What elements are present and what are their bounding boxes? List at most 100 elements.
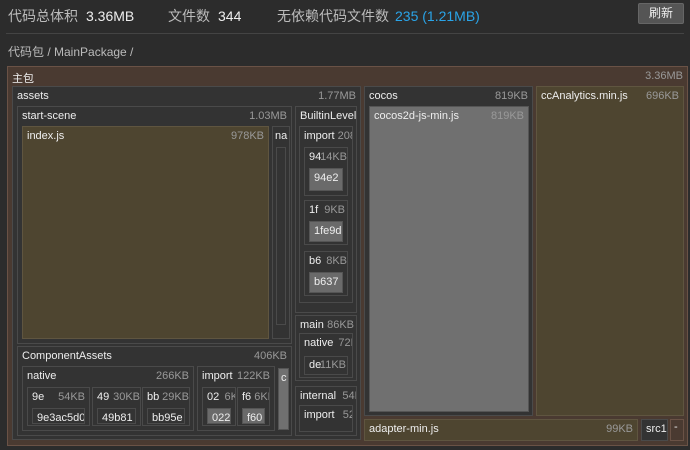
node-de[interactable]: de 11KB [304,356,348,375]
node-size: 54KB [58,391,85,403]
node-name: cocos [369,90,398,102]
node-size: 122KB [236,370,270,382]
node-name: f6 [242,391,252,403]
node-name: na [275,130,288,142]
node-name: assets [17,90,49,102]
node-c[interactable]: c [278,368,289,430]
node-9e[interactable]: 9e 54KB 9e3ac5d0 [27,387,90,426]
node-size: 6KE [254,391,269,403]
nodep-stat: 无依赖代码文件数 235 (1.21MB) [277,6,480,26]
node-size: 29KB [162,391,189,403]
node-size: 8KB [326,255,347,267]
node-size: 54K [342,390,356,402]
node-size: 978KB [230,130,264,142]
node-ccanalytics[interactable]: ccAnalytics.min.js 696KB [536,86,684,416]
node-49b81[interactable]: 49b81 [97,408,136,424]
node-size: 208 [337,130,352,142]
node-1f[interactable]: 1f 9KB 1fe9d [304,200,348,245]
node-name: internal [300,390,337,402]
node-size: 1.03MB [249,110,287,122]
node-name: index.js [27,130,65,142]
refresh-button[interactable]: 刷新 [638,3,684,24]
node-f60[interactable]: f60 [242,408,265,424]
file-count-label: 文件数 [168,8,210,24]
node-9e3ac5d0[interactable]: 9e3ac5d0 [32,408,85,424]
node-name: 主包 [12,73,34,85]
node-size: 819KB [490,110,524,122]
node-name: start-scene [22,110,77,122]
total-size-stat: 代码总体积 3.36MB [8,6,134,26]
node-bb95e[interactable]: bb95e [147,408,185,424]
node-cocos2d-js-min[interactable]: cocos2d-js-min.js 819KB [369,106,529,412]
node-size: 52I [342,409,352,421]
node-src[interactable]: src1 [641,419,668,441]
node-size: 6KI [224,391,235,403]
total-size-label: 代码总体积 [8,8,78,24]
node-name: 022 [212,412,231,424]
node-bb[interactable]: bb 29KB bb95e [142,387,190,426]
node-main-native[interactable]: native 72K de11KB [299,333,353,378]
node-name: c [281,372,287,384]
node-na-child[interactable] [276,147,286,325]
node-name: b6 [309,255,322,267]
node-size: 819KB [494,90,528,102]
node-f6[interactable]: f66KE f60 [237,387,270,426]
node-name: 49b81 [102,412,133,424]
total-size-value: 3.36MB [86,8,135,24]
node-name: f60 [247,412,263,424]
node-name: ComponentAssets [22,350,112,362]
node-name: 02 [207,391,220,403]
node-name: 1fe9d [314,225,342,237]
node-b637[interactable]: b637 [309,272,343,293]
node-name: import [304,409,335,421]
node-size: 72K [338,337,352,349]
node-size: 1.77MB [318,90,356,102]
node-name: 9e [32,391,45,403]
node-na[interactable]: na [272,126,290,339]
node-size: 99KB [606,423,633,435]
node-b6[interactable]: b6 8KB b637 [304,251,348,296]
node-size: 266KB [155,370,189,382]
node-022[interactable]: 022 [207,408,231,424]
node-name: b637 [314,276,339,288]
node-name: bb95e [152,412,183,424]
node-name: bb [147,391,160,403]
node-size: 86KB [327,319,354,331]
node-name: 49 [97,391,110,403]
file-count-stat: 文件数 344 [168,6,241,26]
node-index-js[interactable]: index.js 978KB [22,126,269,339]
node-name: native [304,337,334,349]
node-name: import [304,130,335,142]
node-size: 696KB [645,90,679,102]
breadcrumb[interactable]: 代码包 / MainPackage / [8,43,133,60]
node-size: 406KB [253,350,287,362]
node-02[interactable]: 02 6KI 022 [202,387,236,426]
node-name: adapter-min.js [369,423,439,435]
divider [6,33,684,34]
node-small[interactable]: - [670,419,684,441]
node-94e2[interactable]: 94e2 [309,168,343,191]
node-name: 94e2 [314,172,339,184]
node-name: 1f [309,204,319,216]
node-1fe9d[interactable]: 1fe9d [309,221,343,242]
node-name: BuiltinLevels [300,110,357,122]
node-name: cocos2d-js-min.js [374,110,459,122]
node-size: 30KB [113,391,140,403]
node-name: ccAnalytics.min.js [541,90,628,102]
node-size: 11KB [319,359,346,371]
node-name: main [300,319,324,331]
node-name: src1 [646,423,667,435]
node-internal-import[interactable]: import 52I [299,405,353,432]
nodep-label: 无依赖代码文件数 [277,8,389,24]
node-name: 9e3ac5d0 [37,412,85,424]
node-name: native [27,370,57,382]
node-name: - [674,421,678,433]
node-size: 14KB [320,151,347,163]
node-94[interactable]: 94 14KB 94e2 [304,147,348,196]
node-size: 3.36MB [645,70,683,82]
node-49[interactable]: 49 30KB 49b81 [92,387,141,426]
nodep-value[interactable]: 235 (1.21MB) [395,8,480,24]
node-adapter-min[interactable]: adapter-min.js 99KB [364,419,638,441]
node-name: import [202,370,233,382]
file-count-value: 344 [218,8,242,24]
